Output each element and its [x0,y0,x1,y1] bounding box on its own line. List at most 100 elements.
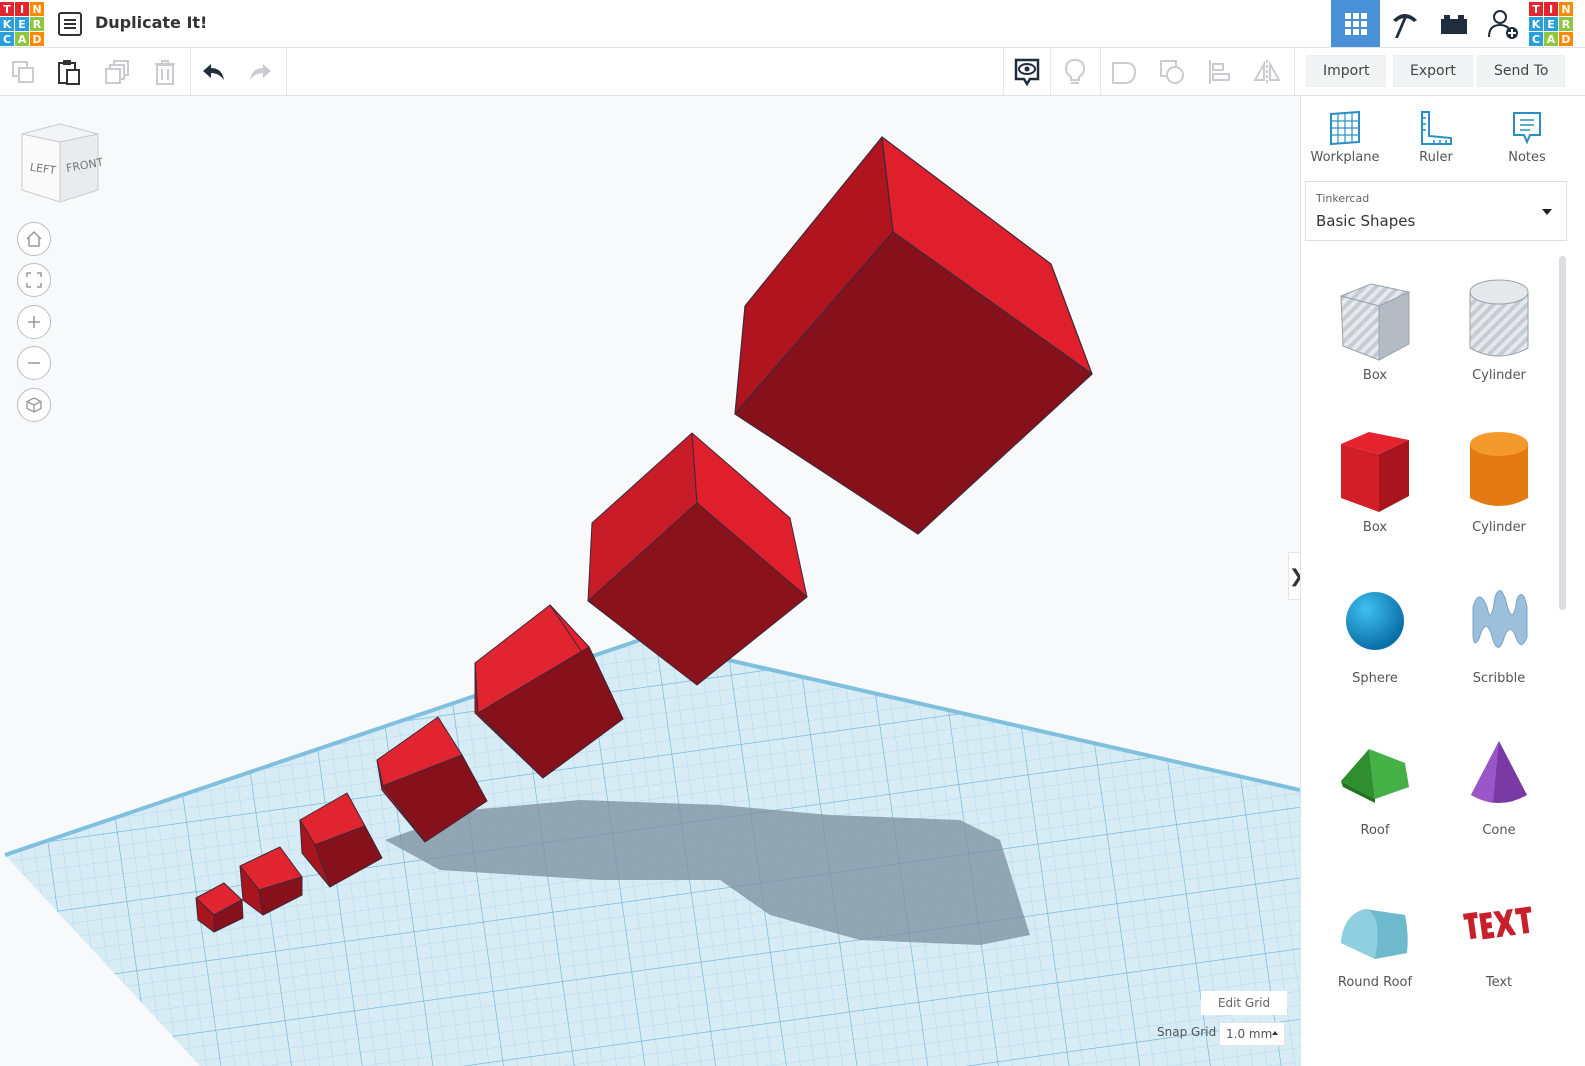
cube-7[interactable] [734,136,1093,535]
redo-button[interactable] [242,54,278,90]
account-button[interactable] [1478,0,1527,47]
home-icon [26,230,42,247]
paste-button[interactable] [51,54,87,90]
show-all-button[interactable] [1009,54,1045,90]
shape-round-roof[interactable]: Round Roof [1320,881,1430,1011]
ruler-tool[interactable]: Ruler [1396,108,1476,168]
codeblocks-view-button[interactable] [1380,0,1429,47]
edit-grid-button[interactable]: Edit Grid [1201,991,1287,1015]
shape-text[interactable]: Text [1444,881,1554,1011]
shape-hole-cylinder[interactable]: Cylinder [1444,274,1554,404]
duplicate-button[interactable] [99,54,135,90]
hole-cylinder-icon [1469,279,1529,357]
shape-hole-box[interactable]: Box [1320,274,1430,404]
copy-icon [12,61,34,83]
ortho-view-icon [26,397,42,413]
toolbar-separator [286,48,287,95]
library-category: Tinkercad [1316,192,1370,205]
workplane-label: Workplane [1310,150,1380,165]
caret-up-icon [1272,1031,1278,1035]
view-cube-icon: LEFT FRONT [21,123,105,203]
scene [4,136,1300,1066]
shape-label: Cylinder [1472,520,1526,535]
shape-cylinder[interactable]: Cylinder [1444,426,1554,556]
zoom-in-icon [28,316,40,328]
home-view-button[interactable] [17,222,51,256]
hole-box-icon [1339,283,1411,361]
tinkercad-logo[interactable]: TIN KER CAD [0,2,44,46]
toolbar-separator [1050,48,1051,95]
library-name: Basic Shapes [1316,212,1416,230]
zoom-out-button[interactable] [17,346,51,380]
align-icon [1209,60,1230,84]
snap-grid-label: Snap Grid [1157,1025,1217,1039]
shape-label: Text [1485,975,1513,990]
mirror-icon [1253,60,1281,84]
logo-letter: E [15,17,29,31]
logo-letter: R [1559,17,1573,31]
bricks-view-button[interactable] [1429,0,1478,47]
shape-label: Cylinder [1472,368,1526,383]
logo-letter: C [1529,32,1543,46]
shapes-panel: Workplane Ruler Notes Tinkercad Basic Sh… [1300,96,1585,1066]
logo-letter: K [1529,17,1543,31]
design-title[interactable]: Duplicate It! [95,13,207,32]
import-button[interactable]: Import [1306,55,1387,87]
zoom-in-button[interactable] [17,305,51,339]
3d-viewport[interactable]: LEFT FRONT ❯ Edit Grid Snap Grid 1.0 mm [0,96,1300,1066]
workplane-icon [1330,110,1360,146]
workplane-tool[interactable]: Workplane [1305,108,1385,168]
shape-box[interactable]: Box [1320,426,1430,556]
panel-scrollbar[interactable] [1559,256,1566,610]
notes-icon [1513,112,1541,145]
snap-grid-select[interactable]: 1.0 mm [1219,1022,1285,1046]
design-menu-button[interactable] [58,12,82,36]
tinkercad-home-logo[interactable]: TIN KER CAD [1529,2,1573,46]
toolbar-separator [1100,48,1101,95]
zoom-out-icon [28,362,40,364]
align-button[interactable] [1202,54,1238,90]
logo-letter: A [15,32,29,46]
logo-letter: N [1559,2,1573,16]
panel-toggle-button[interactable]: ❯ [1288,552,1300,600]
round-roof-icon [1341,909,1408,959]
snap-grid-value: 1.0 mm [1226,1027,1273,1041]
brick-icon [1440,14,1467,34]
logo-letter: A [1544,32,1558,46]
logo-letter: E [1544,17,1558,31]
view-cube[interactable]: LEFT FRONT [18,122,105,211]
cylinder-icon [1470,432,1528,506]
shape-library-dropdown[interactable]: Tinkercad Basic Shapes [1305,181,1567,241]
paste-icon [58,60,80,85]
fit-view-button[interactable] [17,263,51,297]
shape-scribble[interactable]: Scribble [1444,577,1554,707]
dropdown-caret-icon [1542,209,1552,215]
logo-letter: R [30,17,44,31]
logo-letter: K [0,17,14,31]
ruler-label: Ruler [1419,150,1453,165]
shape-label: Scribble [1472,671,1526,686]
ungroup-button[interactable] [1154,54,1190,90]
3d-design-view-button[interactable] [1331,0,1380,47]
notes-tool[interactable]: Notes [1487,108,1567,168]
delete-button[interactable] [147,54,183,90]
ungroup-icon [1160,60,1184,84]
scribble-icon [1472,590,1528,648]
undo-button[interactable] [196,54,232,90]
edit-toolbar: Import Export Send To [0,48,1585,96]
logo-letter: T [1529,2,1543,16]
ortho-view-button[interactable] [17,388,51,422]
box-icon [1341,432,1409,512]
mirror-button[interactable] [1249,54,1285,90]
group-button[interactable] [1106,54,1142,90]
light-bulb-button[interactable] [1057,54,1093,90]
shape-cone[interactable]: Cone [1444,729,1554,859]
shape-roof[interactable]: Roof [1320,729,1430,859]
add-user-icon [1487,9,1518,39]
export-button[interactable]: Export [1393,55,1473,87]
send-to-button[interactable]: Send To [1477,55,1566,87]
copy-button[interactable] [5,54,41,90]
shape-sphere[interactable]: Sphere [1320,577,1430,707]
toolbar-separator [1294,48,1295,95]
top-bar: TINKERCAD Duplicate It! T I N K E R C A … [0,0,1585,48]
